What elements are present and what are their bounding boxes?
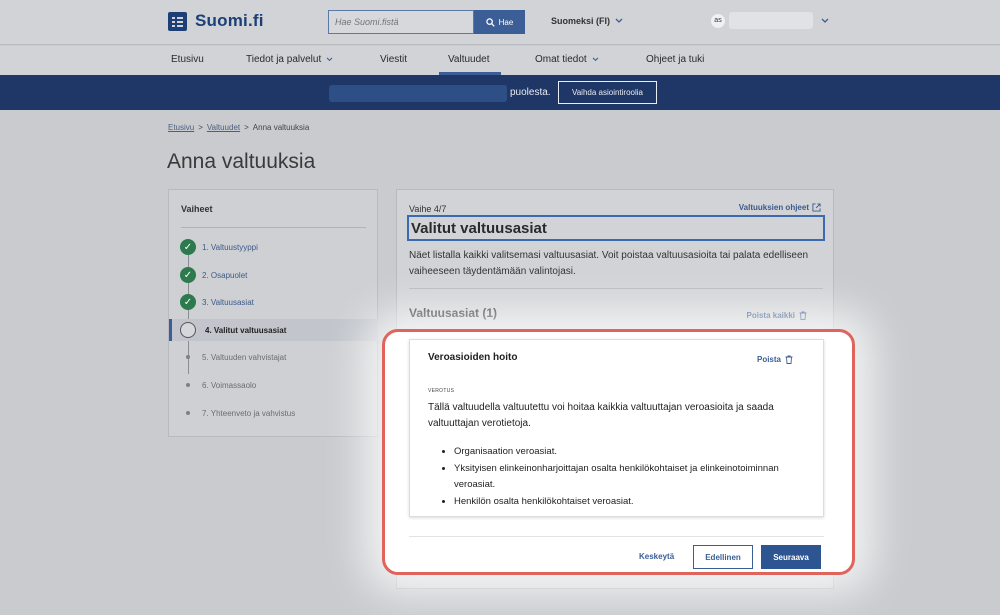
steps-panel: Vaiheet ✓ 1. Valtuustyyppi ✓ 2. Osapuole… <box>168 189 378 437</box>
step-label: 3. Valtuusasiat <box>202 297 254 307</box>
help-link[interactable]: Valtuuksien ohjeet <box>739 203 821 212</box>
remove-item-label: Poista <box>756 355 781 364</box>
remove-item-button[interactable]: Poista <box>757 355 793 364</box>
step-label: 2. Osapuolet <box>202 270 248 280</box>
logo-icon <box>168 11 187 31</box>
external-link-icon <box>812 203 821 212</box>
step-label: 5. Valtuuden vahvistajat <box>202 352 287 362</box>
nav-item-ohjeet-ja-tuki[interactable]: Ohjeet ja tuki <box>646 54 704 65</box>
steps-title: Vaiheet <box>181 204 213 214</box>
search-form: Hae <box>328 10 525 34</box>
pending-dot-icon <box>186 355 190 359</box>
step-5: 5. Valtuuden vahvistajat <box>169 346 378 368</box>
trash-icon <box>799 311 807 320</box>
check-icon: ✓ <box>180 294 196 310</box>
breadcrumb-parent[interactable]: Valtuudet <box>207 123 240 132</box>
section-title: Valitut valtuusasiat <box>407 215 825 241</box>
step-1[interactable]: ✓ 1. Valtuustyyppi <box>169 236 378 258</box>
breadcrumb-separator: > <box>198 123 203 132</box>
nav-item-omat-tiedot[interactable]: Omat tiedot <box>535 54 599 65</box>
current-step-icon <box>180 322 196 338</box>
footer-divider <box>409 536 824 537</box>
step-6: 6. Voimassaolo <box>169 374 378 396</box>
user-menu[interactable]: as <box>711 12 829 29</box>
remove-all-label: Poista kaikki <box>746 311 795 320</box>
list-item: Organisaation veroasiat. <box>454 444 814 460</box>
chevron-down-icon <box>592 57 599 62</box>
section-divider <box>409 288 823 289</box>
step-2[interactable]: ✓ 2. Osapuolet <box>169 264 378 286</box>
step-7: 7. Yhteenveto ja vahvistus <box>169 402 378 424</box>
step-label: 1. Valtuustyyppi <box>202 242 258 252</box>
previous-button[interactable]: Edellinen <box>693 545 753 569</box>
check-icon: ✓ <box>180 267 196 283</box>
list-item: Henkilön osalta henkilökohtaiset veroasi… <box>454 494 814 510</box>
search-button[interactable]: Hae <box>474 10 525 34</box>
trash-icon <box>785 355 793 364</box>
remove-all-button[interactable]: Poista kaikki <box>747 311 807 320</box>
step-label: 4. Valitut valtuusasiat <box>205 325 287 335</box>
user-name-redacted <box>729 12 813 29</box>
check-icon: ✓ <box>180 239 196 255</box>
breadcrumb-home[interactable]: Etusivu <box>168 123 194 132</box>
step-4-current: 4. Valitut valtuusasiat <box>169 319 378 341</box>
logo-text: Suomi.fi <box>195 11 264 30</box>
list-item: Yksityisen elinkeinonharjoittajan osalta… <box>454 461 814 493</box>
pending-dot-icon <box>186 383 190 387</box>
nav-item-viestit[interactable]: Viestit <box>380 54 407 65</box>
main-navigation: Etusivu Tiedot ja palvelut Viestit Valtu… <box>0 46 1000 75</box>
chevron-down-icon <box>326 57 333 62</box>
role-bar: puolesta. Vaihda asiointiroolia <box>0 75 1000 110</box>
step-3[interactable]: ✓ 3. Valtuusasiat <box>169 291 378 313</box>
top-header: Suomi.fi Hae Suomeksi (FI) as <box>0 0 1000 45</box>
search-icon <box>485 17 495 27</box>
highlight-frame: Veroasioiden hoito Poista VEROTUS Tällä … <box>382 329 855 575</box>
breadcrumb-current: Anna valtuuksia <box>252 123 310 132</box>
intro-text: Näet listalla kaikki valitsemasi valtuus… <box>409 250 809 277</box>
nav-item-etusivu[interactable]: Etusivu <box>171 54 204 65</box>
nav-item-tiedot-ja-palvelut[interactable]: Tiedot ja palvelut <box>246 54 333 65</box>
next-button[interactable]: Seuraava <box>761 545 821 569</box>
breadcrumb-separator: > <box>244 123 249 132</box>
search-button-label: Hae <box>498 17 514 27</box>
item-description: Tällä valtuudella valtuutettu voi hoitaa… <box>428 402 774 429</box>
steps-divider <box>181 227 366 228</box>
list-title: Valtuusasiat (1) <box>409 306 498 320</box>
chevron-down-icon <box>615 18 623 23</box>
item-title: Veroasioiden hoito <box>428 352 518 363</box>
step-label: 7. Yhteenveto ja vahvistus <box>202 408 296 418</box>
language-selector[interactable]: Suomeksi (FI) <box>551 16 623 26</box>
authorization-item-card: Veroasioiden hoito Poista VEROTUS Tällä … <box>409 339 824 517</box>
step-label: 6. Voimassaolo <box>202 380 257 390</box>
role-name-redacted <box>329 85 507 102</box>
item-category: VEROTUS <box>428 388 455 394</box>
switch-role-button[interactable]: Vaihda asiointiroolia <box>558 81 657 104</box>
help-link-label: Valtuuksien ohjeet <box>738 203 809 212</box>
item-bullet-list: Organisaation veroasiat. Yksityisen elin… <box>444 444 814 511</box>
chevron-down-icon <box>821 18 829 23</box>
cancel-button[interactable]: Keskeytä <box>639 552 674 561</box>
breadcrumb: Etusivu > Valtuudet > Anna valtuuksia <box>168 123 309 132</box>
phase-indicator: Vaihe 4/7 <box>409 204 447 214</box>
language-label: Suomeksi (FI) <box>551 16 611 26</box>
nav-item-valtuudet[interactable]: Valtuudet <box>448 54 490 65</box>
role-suffix: puolesta. <box>510 87 551 98</box>
user-avatar: as <box>711 13 725 28</box>
suomi-fi-logo[interactable]: Suomi.fi <box>168 11 264 31</box>
search-input[interactable] <box>328 10 474 34</box>
page-title: Anna valtuuksia <box>167 150 316 173</box>
pending-dot-icon <box>186 411 190 415</box>
